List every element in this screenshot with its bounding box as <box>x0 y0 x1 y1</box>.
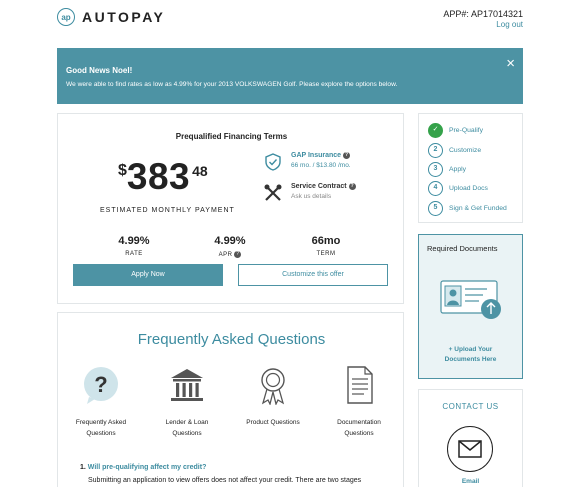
apply-now-button[interactable]: Apply Now <box>73 264 223 286</box>
shield-icon <box>265 153 281 171</box>
faq-answer: Submitting an application to view offers… <box>88 477 362 484</box>
step-number: 2 <box>428 143 443 158</box>
contact-card: CONTACT US Email <box>418 389 523 487</box>
faq-category-label: Lender & Loan <box>165 419 209 426</box>
email-label[interactable]: Email <box>419 478 522 485</box>
apr-stat: 4.99% APR? <box>200 235 260 258</box>
document-icon <box>347 366 373 404</box>
logo[interactable]: ap AUTOPAY <box>57 8 165 26</box>
faq-question-number: 1. <box>80 464 86 471</box>
banner-message: We were able to find rates as low as 4.9… <box>66 81 398 88</box>
banner-title: Good News Noel! <box>66 66 133 75</box>
service-contract[interactable]: Service Contract? Ask us details <box>263 183 356 203</box>
term-value: 66mo <box>311 235 341 247</box>
step-customize[interactable]: 2 Customize <box>428 143 481 158</box>
faq-category-label: Questions <box>86 430 116 437</box>
info-icon[interactable]: ? <box>234 251 242 258</box>
payment-cents: 48 <box>192 163 208 179</box>
info-icon[interactable]: ? <box>348 183 356 190</box>
term-stat: 66mo TERM <box>296 235 356 257</box>
step-apply[interactable]: 3 Apply <box>428 162 466 177</box>
contact-title: CONTACT US <box>442 402 499 411</box>
rate-value: 4.99% <box>118 235 150 247</box>
faq-category-label: Product Questions <box>246 419 300 426</box>
faq-card: Frequently Asked Questions ? Frequently … <box>57 312 404 487</box>
gap-insurance-detail: 66 mo. / $13.80 /mo. <box>291 162 351 169</box>
faq-title: Frequently Asked Questions <box>137 331 326 348</box>
step-pre-qualify[interactable]: ✓ Pre-Qualify <box>428 123 483 138</box>
application-number: APP#: AP17014321 <box>443 9 523 19</box>
faq-question-text: Will pre-qualifying affect my credit? <box>87 464 207 471</box>
customize-offer-button[interactable]: Customize this offer <box>238 264 388 286</box>
step-label: Pre-Qualify <box>449 127 483 134</box>
step-label: Upload Docs <box>449 185 488 192</box>
email-button[interactable] <box>447 426 493 472</box>
step-label: Apply <box>449 166 467 173</box>
faq-category-label: Frequently Asked <box>75 419 127 426</box>
svg-text:?: ? <box>94 372 107 397</box>
checkmark-icon: ✓ <box>428 123 443 138</box>
faq-category-label: Documentation <box>337 419 381 426</box>
id-card-upload-icon <box>440 280 501 319</box>
rate-label: RATE <box>125 251 143 257</box>
faq-category-label: Questions <box>344 430 374 437</box>
financing-terms-card: Prequalified Financing Terms $ 383 48 ES… <box>57 113 404 304</box>
step-number: 3 <box>428 162 443 177</box>
required-documents-title: Required Documents <box>427 244 498 253</box>
faq-category-documentation[interactable]: Documentation Questions <box>324 365 394 439</box>
rate-stat: 4.99% RATE <box>104 235 164 257</box>
required-documents-card[interactable]: Required Documents + Upload Your Documen… <box>418 234 523 379</box>
currency-symbol: $ <box>118 162 127 179</box>
upload-link-line1: + Upload Your <box>448 346 493 353</box>
faq-category-product[interactable]: Product Questions <box>238 365 308 428</box>
gap-insurance[interactable]: GAP Insurance? 66 mo. / $13.80 /mo. <box>263 152 351 172</box>
step-number: 4 <box>428 181 443 196</box>
payment-whole: 383 <box>126 156 191 197</box>
terms-title: Prequalified Financing Terms <box>175 132 288 141</box>
apr-value: 4.99% <box>214 235 246 247</box>
faq-category-lender[interactable]: Lender & Loan Questions <box>152 365 222 439</box>
logo-text: AUTOPAY <box>82 9 166 25</box>
service-contract-detail: Ask us details <box>291 193 332 200</box>
upload-link-line2: Documents Here <box>444 356 497 363</box>
award-icon <box>261 368 285 406</box>
step-label: Customize <box>449 147 482 154</box>
faq-category-general[interactable]: ? Frequently Asked Questions <box>66 365 136 439</box>
logout-link[interactable]: Log out <box>496 20 523 29</box>
logo-mark-icon: ap <box>57 8 75 26</box>
bank-icon <box>171 369 203 401</box>
step-label: Sign & Get Funded <box>449 205 507 212</box>
progress-steps: ✓ Pre-Qualify 2 Customize 3 Apply 4 Uplo… <box>418 113 523 223</box>
faq-category-label: Questions <box>172 430 202 437</box>
gap-insurance-title: GAP Insurance <box>291 152 342 159</box>
faq-question[interactable]: 1. Will pre-qualifying affect my credit? <box>80 464 206 471</box>
upload-documents-link[interactable]: + Upload Your Documents Here <box>419 345 522 365</box>
service-contract-title: Service Contract <box>291 183 347 190</box>
envelope-icon <box>458 440 482 458</box>
payment-caption: ESTIMATED MONTHLY PAYMENT <box>100 207 235 214</box>
notification-banner: Good News Noel! We were able to find rat… <box>57 48 523 104</box>
tools-icon <box>264 184 282 201</box>
info-icon[interactable]: ? <box>343 152 351 159</box>
monthly-payment: $ 383 48 <box>118 158 208 195</box>
close-icon[interactable]: × <box>506 55 515 72</box>
top-bar: ap AUTOPAY APP#: AP17014321 Log out <box>0 0 583 34</box>
question-icon: ? <box>84 367 118 404</box>
term-label: TERM <box>316 251 336 257</box>
step-number: 5 <box>428 201 443 216</box>
step-upload-docs[interactable]: 4 Upload Docs <box>428 181 488 196</box>
apr-label: APR <box>218 252 233 258</box>
step-sign-funded[interactable]: 5 Sign & Get Funded <box>428 201 507 216</box>
